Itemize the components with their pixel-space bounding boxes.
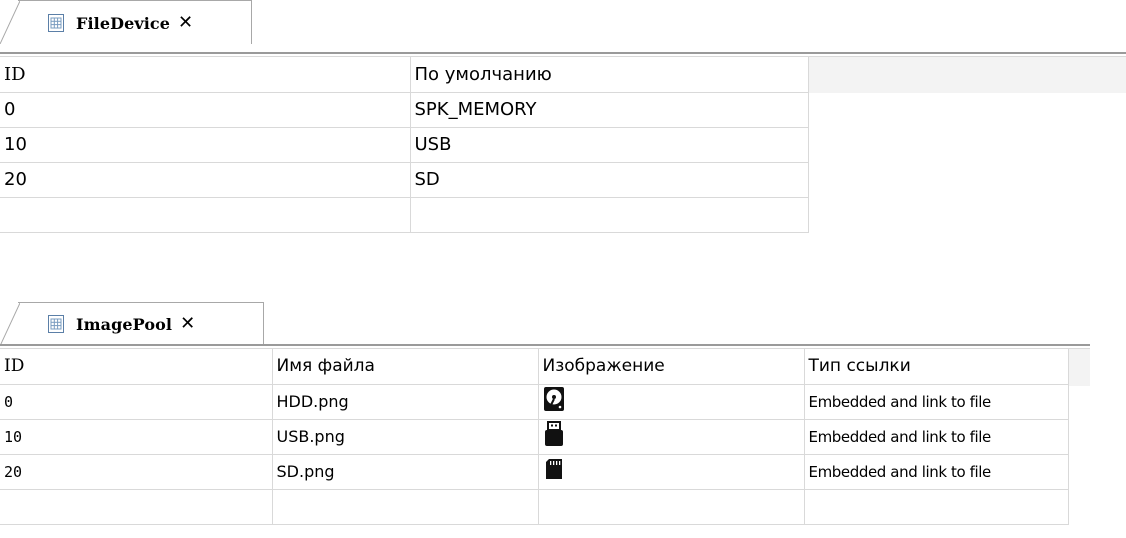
table-row[interactable]: 0 HDD.png Embedded and link to file [0,384,1069,420]
table-document-icon [46,314,66,334]
imagepool-editor: ImagePool ✕ ID Имя файла Изображение Тип… [0,302,1090,525]
hdd-icon [543,387,564,411]
column-header-default[interactable]: По умолчанию [410,57,809,93]
table-row[interactable]: 10 USB.png Embedded and link to file [0,419,1069,455]
cell-filename[interactable]: USB.png [272,419,539,455]
tab-filedevice[interactable]: FileDevice ✕ [0,0,252,44]
cell-id[interactable]: 10 [0,127,411,163]
table-row[interactable]: 20 SD [0,162,809,198]
table-header-row: ID Имя файла Изображение Тип ссылки [0,349,1069,385]
tab-underline [0,52,1126,54]
filedevice-table: ID По умолчанию 0 SPK_MEMORY 10 USB 20 S… [0,57,809,233]
cell-default[interactable]: SPK_MEMORY [410,92,809,128]
column-header-id[interactable]: ID [0,349,273,385]
tab-edge [0,302,20,346]
tab-title: FileDevice [76,13,171,33]
header-strip [1068,349,1090,386]
cell-id[interactable]: 20 [0,454,273,490]
cell-image[interactable] [538,384,805,420]
tab-edge [0,0,20,44]
tab-title: ImagePool [76,314,173,334]
cell-image[interactable] [538,419,805,455]
cell-link-type[interactable]: Embedded and link to file [804,454,1069,490]
tab-underline [0,344,1090,346]
filedevice-editor: FileDevice ✕ ID По умолчанию 0 SPK_MEMOR… [0,0,1126,233]
imagepool-tabstrip: ImagePool ✕ [0,302,1090,346]
cell-id[interactable]: 0 [0,92,411,128]
table-row[interactable]: 0 SPK_MEMORY [0,92,809,128]
filedevice-tabstrip: FileDevice ✕ [0,0,1126,44]
cell-id[interactable] [0,489,273,525]
cell-id[interactable]: 0 [0,384,273,420]
cell-id[interactable]: 10 [0,419,273,455]
cell-filename[interactable]: SD.png [272,454,539,490]
cell-id[interactable] [0,197,411,233]
column-header-image[interactable]: Изображение [538,349,805,385]
cell-filename[interactable] [272,489,539,525]
column-header-link-type[interactable]: Тип ссылки [804,349,1069,385]
sd-card-icon [545,459,562,479]
close-icon[interactable]: ✕ [180,315,195,333]
table-row-empty[interactable] [0,197,809,233]
table-row-empty[interactable] [0,489,1069,525]
table-row[interactable]: 10 USB [0,127,809,163]
cell-filename[interactable]: HDD.png [272,384,539,420]
cell-link-type[interactable]: Embedded and link to file [804,419,1069,455]
header-strip [808,57,1126,93]
cell-image[interactable] [538,489,805,525]
cell-default[interactable]: SD [410,162,809,198]
tab-imagepool[interactable]: ImagePool ✕ [0,302,264,346]
table-header-row: ID По умолчанию [0,57,809,93]
table-row[interactable]: 20 SD.png Embedded and link to file [0,454,1069,490]
close-icon[interactable]: ✕ [178,14,193,32]
cell-link-type[interactable]: Embedded and link to file [804,384,1069,420]
column-header-id[interactable]: ID [0,57,411,93]
table-document-icon [46,13,66,33]
imagepool-table: ID Имя файла Изображение Тип ссылки 0 HD… [0,349,1069,525]
column-header-filename[interactable]: Имя файла [272,349,539,385]
usb-drive-icon [544,421,563,446]
cell-default[interactable]: USB [410,127,809,163]
cell-image[interactable] [538,454,805,490]
cell-id[interactable]: 20 [0,162,411,198]
cell-default[interactable] [410,197,809,233]
cell-link-type[interactable] [804,489,1069,525]
